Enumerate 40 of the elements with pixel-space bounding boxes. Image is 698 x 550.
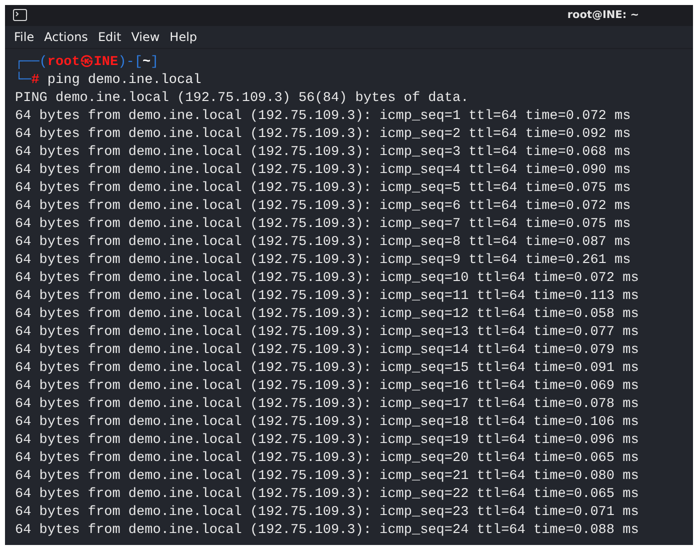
output-line: 64 bytes from demo.ine.local (192.75.109.3): icmp_seq=20 ttl=64 time=0.065 ms: [15, 451, 639, 466]
output-line: 64 bytes from demo.ine.local (192.75.109.3): icmp_seq=10 ttl=64 time=0.072 ms: [15, 271, 639, 286]
menu-item[interactable]: File: [14, 30, 34, 44]
menu-item[interactable]: Actions: [44, 30, 88, 44]
output-line: 64 bytes from demo.ine.local (192.75.109.3): icmp_seq=17 ttl=64 time=0.078 ms: [15, 397, 639, 412]
prompt-frame: )-[: [118, 55, 142, 70]
prompt-symbol: #: [31, 73, 40, 88]
output-line: 64 bytes from demo.ine.local (192.75.109.3): icmp_seq=2 ttl=64 time=0.092 ms: [15, 127, 631, 142]
prompt-path: ~: [142, 55, 151, 70]
prompt-frame: ]: [150, 55, 159, 70]
output-line: 64 bytes from demo.ine.local (192.75.109.3): icmp_seq=16 ttl=64 time=0.069 ms: [15, 379, 639, 394]
output-line: 64 bytes from demo.ine.local (192.75.109.3): icmp_seq=24 ttl=64 time=0.088 ms: [15, 523, 639, 538]
output-line: 64 bytes from demo.ine.local (192.75.109.3): icmp_seq=1 ttl=64 time=0.072 ms: [15, 109, 631, 124]
output-line: 64 bytes from demo.ine.local (192.75.109.3): icmp_seq=12 ttl=64 time=0.058 ms: [15, 307, 639, 322]
output-line: 64 bytes from demo.ine.local (192.75.109.3): icmp_seq=11 ttl=64 time=0.113 ms: [15, 289, 639, 304]
output-line: 64 bytes from demo.ine.local (192.75.109.3): icmp_seq=3 ttl=64 time=0.068 ms: [15, 145, 631, 160]
prompt-frame: ┌──(: [15, 55, 48, 70]
output-line: 64 bytes from demo.ine.local (192.75.109.3): icmp_seq=22 ttl=64 time=0.065 ms: [15, 487, 639, 502]
output-line: 64 bytes from demo.ine.local (192.75.109.3): icmp_seq=7 ttl=64 time=0.075 ms: [15, 217, 631, 232]
output-line: PING demo.ine.local (192.75.109.3) 56(84) bytes of data.: [15, 91, 469, 106]
output-line: 64 bytes from demo.ine.local (192.75.109.3): icmp_seq=21 ttl=64 time=0.080 ms: [15, 469, 639, 484]
output-line: 64 bytes from demo.ine.local (192.75.109.3): icmp_seq=6 ttl=64 time=0.072 ms: [15, 199, 631, 214]
prompt-frame: └─: [15, 73, 32, 88]
output-line: 64 bytes from demo.ine.local (192.75.109.3): icmp_seq=5 ttl=64 time=0.075 ms: [15, 181, 631, 196]
menu-item[interactable]: Edit: [98, 30, 122, 44]
window-title: root@INE: ~: [567, 9, 639, 22]
output-line: 64 bytes from demo.ine.local (192.75.109.3): icmp_seq=18 ttl=64 time=0.106 ms: [15, 415, 639, 430]
command-text: ping demo.ine.local: [46, 73, 202, 88]
output-line: 64 bytes from demo.ine.local (192.75.109.3): icmp_seq=14 ttl=64 time=0.079 ms: [15, 343, 639, 358]
output-line: 64 bytes from demo.ine.local (192.75.109.3): icmp_seq=19 ttl=64 time=0.096 ms: [15, 433, 639, 448]
output-line: 64 bytes from demo.ine.local (192.75.109.3): icmp_seq=15 ttl=64 time=0.091 ms: [15, 361, 639, 376]
output-line: 64 bytes from demo.ine.local (192.75.109.3): icmp_seq=8 ttl=64 time=0.087 ms: [15, 235, 631, 250]
menu-item[interactable]: View: [131, 30, 160, 44]
menu-item[interactable]: Help: [170, 30, 198, 44]
output-line: 64 bytes from demo.ine.local (192.75.109.3): icmp_seq=9 ttl=64 time=0.261 ms: [15, 253, 631, 268]
terminal-icon: [13, 9, 27, 22]
output-line: 64 bytes from demo.ine.local (192.75.109.3): icmp_seq=23 ttl=64 time=0.071 ms: [15, 505, 639, 520]
prompt-user-host: root㉿INE: [47, 55, 118, 70]
output-line: 64 bytes from demo.ine.local (192.75.109.3): icmp_seq=4 ttl=64 time=0.090 ms: [15, 163, 631, 178]
output-line: 64 bytes from demo.ine.local (192.75.109.3): icmp_seq=13 ttl=64 time=0.077 ms: [15, 325, 639, 340]
